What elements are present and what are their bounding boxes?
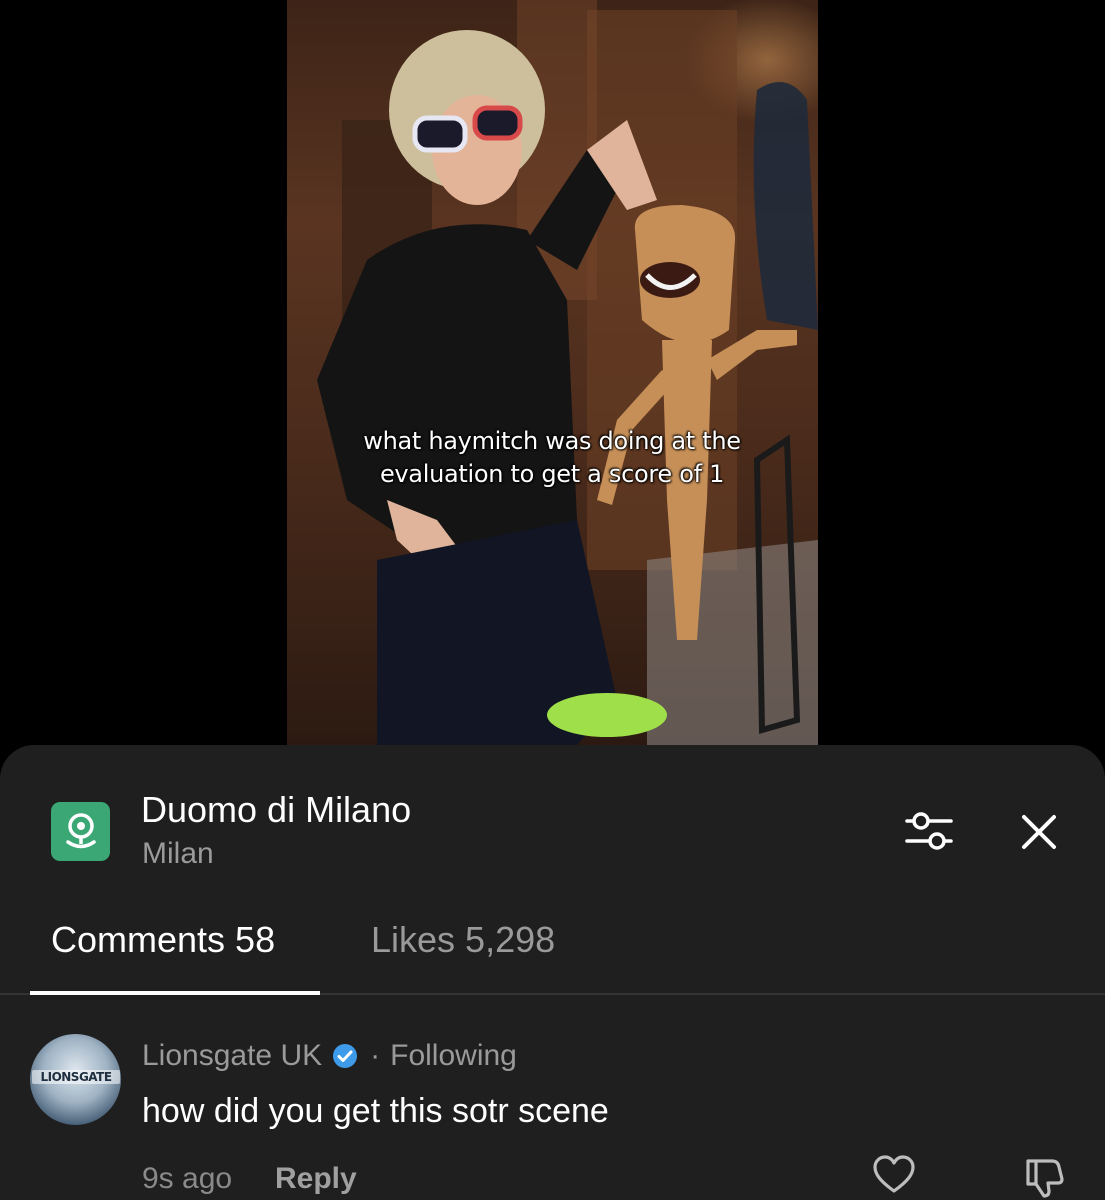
verified-badge-icon: [332, 1043, 358, 1069]
avatar-logo-text: LIONSGATE: [32, 1070, 120, 1084]
comments-sheet: Duomo di Milano Milan Comments 58 Likes …: [0, 745, 1105, 1200]
heart-icon[interactable]: [872, 1155, 916, 1195]
location-header[interactable]: Duomo di Milano Milan: [0, 745, 1105, 895]
close-icon[interactable]: [1018, 811, 1060, 853]
comment-author[interactable]: Lionsgate UK: [142, 1039, 322, 1073]
comment-item: LIONSGATE Lionsgate UK · Following how d…: [0, 997, 1105, 1200]
map-pin-icon: [51, 802, 110, 861]
comment-author-line: Lionsgate UK · Following: [142, 1039, 517, 1073]
comment-text: how did you get this sotr scene: [142, 1092, 609, 1130]
video-player[interactable]: what haymitch was doing at the evaluatio…: [0, 0, 1105, 745]
location-name[interactable]: Duomo di Milano: [141, 789, 411, 831]
comment-timestamp: 9s ago: [142, 1162, 233, 1195]
follow-status[interactable]: Following: [390, 1039, 517, 1073]
tab-comments[interactable]: Comments 58: [51, 919, 275, 961]
video-scene: [317, 0, 818, 745]
sliders-icon[interactable]: [903, 809, 955, 853]
separator-dot: ·: [370, 1039, 381, 1072]
tab-likes[interactable]: Likes 5,298: [371, 919, 555, 961]
thumbs-down-icon[interactable]: [1022, 1155, 1066, 1199]
tab-bar: Comments 58 Likes 5,298: [0, 895, 1105, 995]
reply-button[interactable]: Reply: [275, 1162, 357, 1196]
location-city: Milan: [142, 837, 214, 870]
video-caption: what haymitch was doing at the evaluatio…: [363, 427, 741, 488]
video-frame[interactable]: what haymitch was doing at the evaluatio…: [287, 0, 818, 745]
active-tab-indicator: [30, 991, 320, 995]
avatar[interactable]: LIONSGATE: [30, 1034, 121, 1125]
